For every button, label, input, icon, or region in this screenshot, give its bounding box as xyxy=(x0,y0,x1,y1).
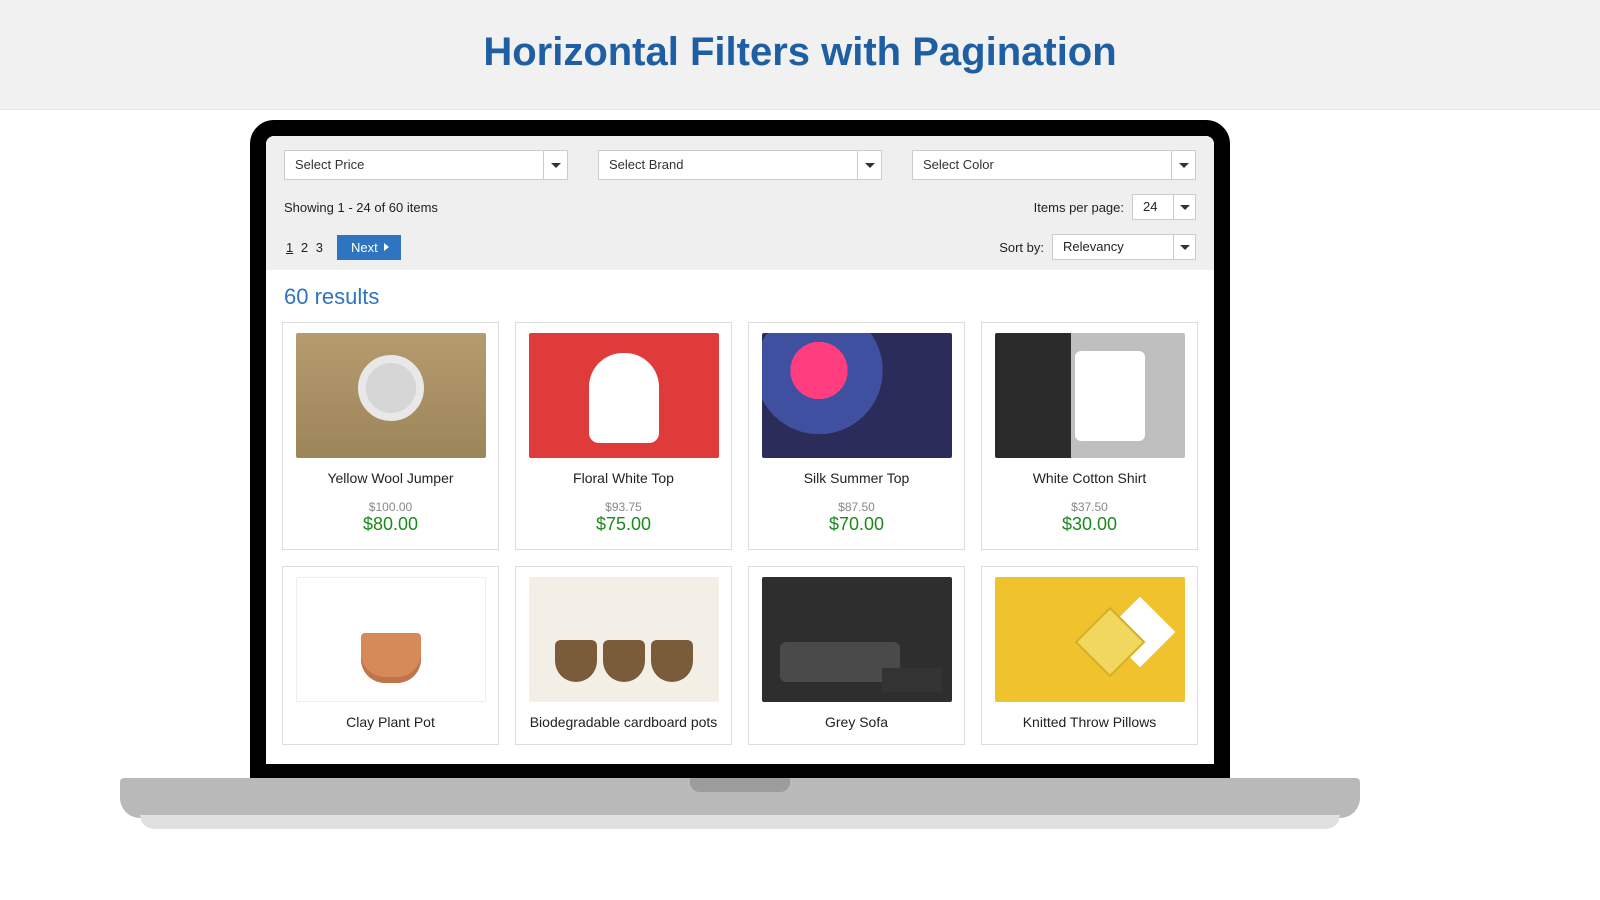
items-per-page-caret[interactable] xyxy=(1173,195,1195,219)
laptop-screen: Select Price Select Brand Select Color xyxy=(250,120,1230,780)
product-name: Biodegradable cardboard pots xyxy=(530,714,718,730)
laptop-notch xyxy=(690,778,790,792)
filter-price-label: Select Price xyxy=(285,151,543,179)
filter-price-dropdown[interactable]: Select Price xyxy=(284,150,568,180)
product-old-price: $100.00 xyxy=(369,500,412,514)
sort-by-value: Relevancy xyxy=(1053,235,1173,259)
sort-by-label: Sort by: xyxy=(999,240,1044,255)
items-per-page-value: 24 xyxy=(1133,195,1173,219)
filter-brand-label: Select Brand xyxy=(599,151,857,179)
banner-title: Horizontal Filters with Pagination xyxy=(0,30,1600,75)
product-card[interactable]: Grey Sofa xyxy=(748,566,965,745)
filter-brand-dropdown[interactable]: Select Brand xyxy=(598,150,882,180)
product-card[interactable]: Biodegradable cardboard pots xyxy=(515,566,732,745)
product-old-price: $87.50 xyxy=(838,500,875,514)
product-thumbnail[interactable] xyxy=(995,577,1185,702)
page-banner: Horizontal Filters with Pagination xyxy=(0,0,1600,110)
product-thumbnail[interactable] xyxy=(995,333,1185,458)
chevron-down-icon xyxy=(551,163,561,168)
product-thumbnail[interactable] xyxy=(762,577,952,702)
product-thumbnail[interactable] xyxy=(296,333,486,458)
filters-row: Select Price Select Brand Select Color xyxy=(284,150,1196,180)
chevron-down-icon xyxy=(1180,205,1190,210)
product-listing-page: Select Price Select Brand Select Color xyxy=(266,136,1214,761)
laptop-foot xyxy=(140,815,1340,829)
product-grid: Yellow Wool Jumper $100.00$80.00 Floral Wh… xyxy=(266,316,1214,761)
chevron-down-icon xyxy=(1179,163,1189,168)
product-card[interactable]: Floral White Top $93.75$75.00 xyxy=(515,322,732,550)
pager: 1 2 3 Next xyxy=(284,235,401,260)
sort-by-select[interactable]: Relevancy xyxy=(1052,234,1196,260)
results-heading: 60 results xyxy=(266,270,1214,316)
filter-color-dropdown[interactable]: Select Color xyxy=(912,150,1196,180)
product-thumbnail[interactable] xyxy=(529,577,719,702)
product-old-price: $93.75 xyxy=(605,500,642,514)
product-thumbnail[interactable] xyxy=(762,333,952,458)
product-name: White Cotton Shirt xyxy=(1033,470,1147,486)
product-thumbnail[interactable] xyxy=(296,577,486,702)
triangle-right-icon xyxy=(384,243,389,251)
filter-color-label: Select Color xyxy=(913,151,1171,179)
product-thumbnail[interactable] xyxy=(529,333,719,458)
product-card[interactable]: Silk Summer Top $87.50$70.00 xyxy=(748,322,965,550)
pager-numbers: 1 2 3 xyxy=(284,240,325,255)
filter-brand-caret[interactable] xyxy=(857,151,881,179)
filter-price-caret[interactable] xyxy=(543,151,567,179)
product-name: Floral White Top xyxy=(573,470,674,486)
product-name: Yellow Wool Jumper xyxy=(327,470,453,486)
product-price: $30.00 xyxy=(1062,514,1117,535)
product-card[interactable]: Clay Plant Pot xyxy=(282,566,499,745)
product-old-price: $37.50 xyxy=(1071,500,1108,514)
product-name: Silk Summer Top xyxy=(804,470,910,486)
chevron-down-icon xyxy=(865,163,875,168)
product-name: Knitted Throw Pillows xyxy=(1023,714,1157,730)
pagination-row: 1 2 3 Next Sort by: Relevancy xyxy=(284,234,1196,260)
items-per-page-label: Items per page: xyxy=(1034,200,1124,215)
app-viewport: Select Price Select Brand Select Color xyxy=(266,136,1214,764)
page-number-1[interactable]: 1 xyxy=(284,240,295,255)
showing-count: Showing 1 - 24 of 60 items xyxy=(284,200,438,215)
items-per-page-select[interactable]: 24 xyxy=(1132,194,1196,220)
product-price: $75.00 xyxy=(596,514,651,535)
product-card[interactable]: White Cotton Shirt $37.50$30.00 xyxy=(981,322,1198,550)
chevron-down-icon xyxy=(1180,245,1190,250)
page-number-3[interactable]: 3 xyxy=(314,240,325,255)
next-page-button[interactable]: Next xyxy=(337,235,401,260)
product-name: Clay Plant Pot xyxy=(346,714,435,730)
product-card[interactable]: Knitted Throw Pillows xyxy=(981,566,1198,745)
next-label: Next xyxy=(351,240,378,255)
page-number-2[interactable]: 2 xyxy=(299,240,310,255)
sort-by-caret[interactable] xyxy=(1173,235,1195,259)
laptop-mockup: Select Price Select Brand Select Color xyxy=(0,110,1600,890)
filter-color-caret[interactable] xyxy=(1171,151,1195,179)
filters-bar: Select Price Select Brand Select Color xyxy=(266,136,1214,270)
product-name: Grey Sofa xyxy=(825,714,888,730)
results-toolbar: Showing 1 - 24 of 60 items Items per pag… xyxy=(284,194,1196,220)
product-price: $70.00 xyxy=(829,514,884,535)
product-card[interactable]: Yellow Wool Jumper $100.00$80.00 xyxy=(282,322,499,550)
product-price: $80.00 xyxy=(363,514,418,535)
